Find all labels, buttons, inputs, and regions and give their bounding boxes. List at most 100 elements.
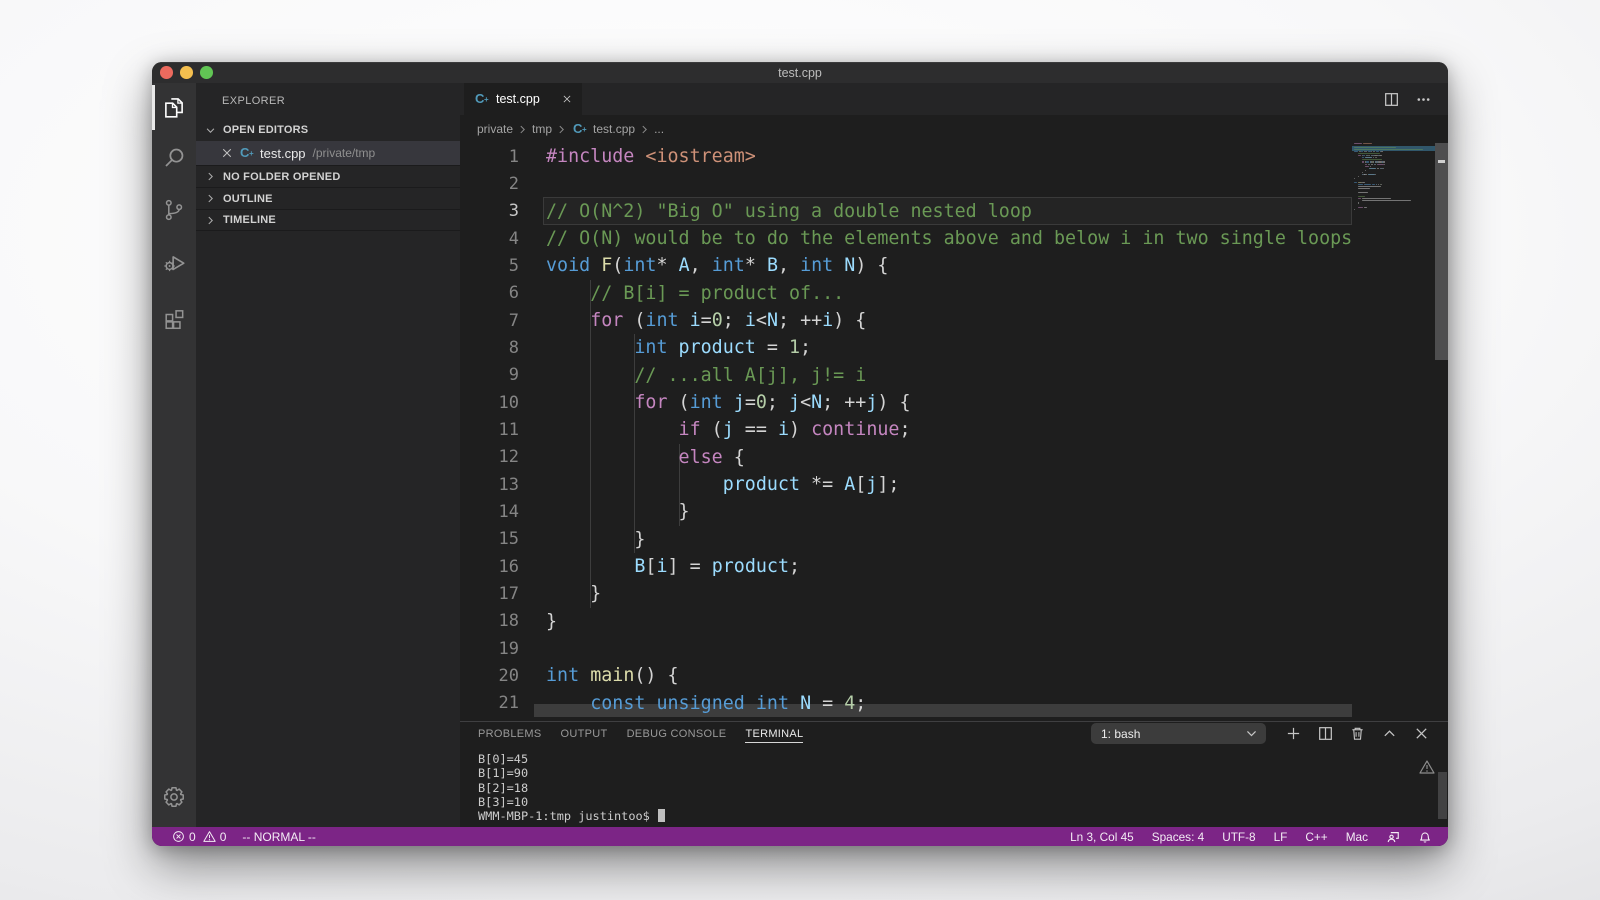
close-panel-icon[interactable]: [1414, 726, 1429, 741]
code-token-plain: [546, 392, 634, 413]
split-editor-icon[interactable]: [1384, 92, 1399, 107]
section-timeline[interactable]: TIMELINE: [196, 209, 460, 231]
maximize-panel-icon[interactable]: [1382, 726, 1397, 741]
shell-select-value: 1: bash: [1101, 727, 1140, 741]
close-icon[interactable]: [221, 147, 233, 159]
minimap-line: [1364, 151, 1365, 152]
terminal-line: B[0]=45: [478, 752, 1448, 766]
line-number: 18: [460, 611, 519, 631]
search-icon[interactable]: [161, 145, 187, 171]
code-text: }: [546, 526, 645, 553]
minimap-line: [1383, 168, 1385, 169]
minimap-line: [1362, 159, 1382, 160]
code-token-ctrl: #include: [546, 146, 634, 167]
source-control-icon[interactable]: [161, 197, 187, 223]
code-token-plain: ,: [778, 255, 800, 276]
section-no-folder-opened[interactable]: NO FOLDER OPENED: [196, 165, 460, 187]
vertical-scrollbar[interactable]: [1435, 143, 1448, 360]
code-token-kw: int: [756, 693, 789, 714]
split-terminal-icon[interactable]: [1318, 726, 1333, 741]
panel-tab-problems[interactable]: PROBLEMS: [478, 722, 542, 745]
line-number: 13: [460, 475, 519, 495]
minimap-line: [1354, 151, 1358, 152]
files-icon[interactable]: [161, 94, 187, 120]
open-editor-row[interactable]: C+test.cpp/private/tmp: [196, 141, 460, 165]
code-text: product *= A[j];: [546, 471, 899, 498]
section-open-editors[interactable]: OPEN EDITORS: [196, 119, 460, 141]
status-bar: 0 0 -- NORMAL -- Ln 3, Col 45Spaces: 4UT…: [152, 827, 1448, 846]
minimap-line: [1358, 184, 1363, 185]
open-editor-path: /private/tmp: [313, 146, 376, 160]
minimap[interactable]: [1352, 143, 1435, 721]
gear-icon[interactable]: [161, 784, 187, 810]
code-line-17: 17 }: [460, 580, 1352, 607]
panel-tab-terminal[interactable]: TERMINAL: [745, 722, 803, 745]
more-actions-icon[interactable]: [1416, 92, 1431, 107]
code-token-plain: <: [756, 310, 767, 331]
cpp-file-icon: C+: [240, 146, 254, 160]
code-token-kw: const: [590, 693, 645, 714]
code-line-11: 11 if (j == i) continue;: [460, 416, 1352, 443]
code-token-plain: ;: [800, 337, 811, 358]
panel-tab-output[interactable]: OUTPUT: [561, 722, 608, 745]
status-mac[interactable]: Mac: [1346, 830, 1368, 844]
section-outline[interactable]: OUTLINE: [196, 187, 460, 209]
breadcrumb-item[interactable]: tmp: [532, 122, 552, 136]
bell-icon[interactable]: [1418, 830, 1432, 844]
status-lf[interactable]: LF: [1274, 830, 1288, 844]
code-token-var: j: [789, 392, 800, 413]
minimap-line: [1370, 166, 1371, 167]
status-c-[interactable]: C++: [1305, 830, 1327, 844]
terminal-shell-select[interactable]: 1: bash: [1091, 723, 1266, 744]
breadcrumb-item[interactable]: private: [477, 122, 513, 136]
cursor-position-marker: [1438, 160, 1445, 163]
code-token-plain: ;: [723, 310, 745, 331]
close-tab-icon[interactable]: [559, 91, 575, 107]
minimap-line: [1383, 161, 1386, 162]
breadcrumb-item[interactable]: ...: [654, 122, 664, 136]
minimap-line: [1368, 174, 1375, 175]
code-token-plain: }: [546, 583, 601, 604]
feedback-icon[interactable]: [1386, 830, 1400, 844]
tab-test-cpp[interactable]: C+ test.cpp: [464, 83, 582, 115]
minimap-line: [1365, 166, 1369, 167]
debug-icon[interactable]: [161, 248, 187, 274]
kill-terminal-icon[interactable]: [1350, 726, 1365, 741]
warning-count[interactable]: 0: [220, 830, 227, 844]
extensions-icon[interactable]: [161, 304, 187, 330]
code-text: // O(N^2) "Big O" using a double nested …: [546, 198, 1032, 225]
status-ln-3-col-45[interactable]: Ln 3, Col 45: [1070, 830, 1134, 844]
code-text: for (int j=0; j<N; ++j) {: [546, 389, 911, 416]
code-token-plain: ) {: [833, 310, 866, 331]
status-utf-8[interactable]: UTF-8: [1222, 830, 1255, 844]
code-token-var: product: [712, 556, 789, 577]
panel-tab-debug-console[interactable]: DEBUG CONSOLE: [627, 722, 727, 745]
code-token-plain: =: [811, 693, 844, 714]
minimap-line: [1365, 157, 1372, 158]
vscode-window: test.cpp EXPLORER OPEN EDITORSC+test.cpp…: [152, 62, 1448, 846]
section-label: OPEN EDITORS: [223, 124, 308, 136]
line-number: 2: [460, 174, 519, 194]
warning-icon[interactable]: [203, 830, 216, 843]
terminal-scrollbar[interactable]: [1438, 772, 1447, 819]
minimap-line: [1376, 157, 1377, 158]
title-bar[interactable]: test.cpp: [152, 62, 1448, 83]
code-token-kw: int: [690, 392, 723, 413]
minimap-line: [1358, 186, 1381, 187]
error-count[interactable]: 0: [189, 830, 196, 844]
new-terminal-icon[interactable]: [1286, 726, 1301, 741]
code-token-plain: (: [623, 310, 645, 331]
terminal-output[interactable]: B[0]=45B[1]=90B[2]=18B[3]=10WMM-MBP-1:tm…: [460, 752, 1448, 823]
code-token-plain: =: [701, 310, 712, 331]
code-token-kw: int: [634, 337, 667, 358]
terminal-line: B[1]=90: [478, 766, 1448, 780]
code-token-cmt: // O(N^2) "Big O" using a double nested …: [546, 201, 1032, 222]
error-icon[interactable]: [172, 830, 185, 843]
code-line-18: 18}: [460, 608, 1352, 635]
code-token-plain: [645, 693, 656, 714]
breadcrumb-item[interactable]: test.cpp: [593, 122, 635, 136]
code-editor[interactable]: 1#include <iostream>23// O(N^2) "Big O" …: [460, 143, 1448, 721]
line-number: 6: [460, 283, 519, 303]
status-spaces-4[interactable]: Spaces: 4: [1152, 830, 1204, 844]
code-line-4: 4// O(N) would be to do the elements abo…: [460, 225, 1352, 252]
